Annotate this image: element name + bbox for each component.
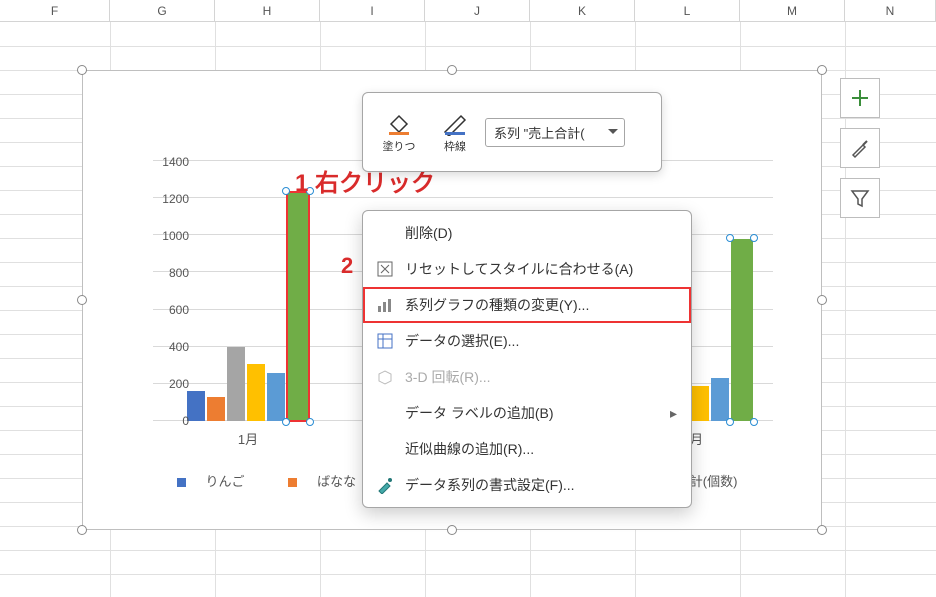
legend-item-tail[interactable]: 計(個数) — [690, 474, 738, 489]
series-handle[interactable] — [750, 234, 758, 242]
x-category: 1月 — [238, 429, 258, 448]
resize-handle-w[interactable] — [77, 295, 87, 305]
series-selector-dropdown[interactable]: 系列 "売上合計( — [485, 118, 625, 147]
y-tick: 200 — [149, 377, 189, 391]
resize-handle-s[interactable] — [447, 525, 457, 535]
menu-label: データ ラベルの追加(B) — [405, 403, 554, 423]
mini-format-toolbar: 塗りつ 枠線 系列 "売上合計( — [362, 92, 662, 172]
funnel-icon — [849, 187, 871, 209]
legend-item[interactable]: りんご — [167, 474, 255, 489]
menu-delete[interactable]: 削除(D) — [363, 215, 691, 251]
menu-label: リセットしてスタイルに合わせる(A) — [405, 259, 633, 279]
bar[interactable] — [711, 378, 729, 421]
resize-handle-n[interactable] — [447, 65, 457, 75]
format-icon — [375, 475, 395, 495]
col-header[interactable]: M — [740, 0, 845, 21]
menu-label: 削除(D) — [405, 223, 452, 243]
menu-label: データ系列の書式設定(F)... — [405, 475, 575, 495]
col-header[interactable]: K — [530, 0, 635, 21]
menu-reset-style[interactable]: 2 リセットしてスタイルに合わせる(A) — [363, 251, 691, 287]
col-header[interactable]: I — [320, 0, 425, 21]
menu-format-series[interactable]: データ系列の書式設定(F)... — [363, 467, 691, 503]
chart-type-icon — [375, 295, 395, 315]
chart-side-buttons — [840, 78, 880, 218]
reset-icon — [375, 259, 395, 279]
y-tick: 0 — [149, 414, 189, 428]
outline-color-button[interactable]: 枠線 — [429, 110, 481, 154]
menu-label: 系列グラフの種類の変更(Y)... — [405, 295, 589, 315]
series-handle[interactable] — [726, 234, 734, 242]
table-icon — [375, 331, 395, 351]
fill-label: 塗りつ — [373, 138, 425, 154]
bar[interactable] — [247, 364, 265, 421]
series-context-menu: 削除(D) 2 リセットしてスタイルに合わせる(A) 系列グラフの種類の変更(Y… — [362, 210, 692, 508]
resize-handle-ne[interactable] — [817, 65, 827, 75]
plus-icon — [849, 87, 871, 109]
chart-styles-button[interactable] — [840, 128, 880, 168]
series-handle[interactable] — [282, 187, 290, 195]
pen-icon — [429, 110, 481, 138]
menu-change-chart-type[interactable]: 系列グラフの種類の変更(Y)... — [363, 287, 691, 323]
chart-elements-button[interactable] — [840, 78, 880, 118]
resize-handle-sw[interactable] — [77, 525, 87, 535]
submenu-arrow-icon: ▸ — [670, 405, 677, 422]
blank-icon — [375, 439, 395, 459]
y-tick: 800 — [149, 266, 189, 280]
series-handle[interactable] — [726, 418, 734, 426]
cube-icon — [375, 367, 395, 387]
bar[interactable] — [267, 373, 285, 421]
series-handle[interactable] — [282, 418, 290, 426]
blank-icon — [375, 403, 395, 423]
col-header[interactable]: N — [845, 0, 936, 21]
bar[interactable] — [227, 347, 245, 421]
paintbrush-icon — [849, 137, 871, 159]
y-tick: 1400 — [149, 155, 189, 169]
y-tick: 1200 — [149, 192, 189, 206]
resize-handle-e[interactable] — [817, 295, 827, 305]
series-handle[interactable] — [750, 418, 758, 426]
legend-item[interactable]: ばなな — [278, 474, 366, 489]
bar[interactable] — [691, 386, 709, 421]
bar[interactable] — [207, 397, 225, 421]
menu-add-data-labels[interactable]: データ ラベルの追加(B) ▸ — [363, 395, 691, 431]
col-header[interactable]: G — [110, 0, 215, 21]
menu-select-data[interactable]: データの選択(E)... — [363, 323, 691, 359]
col-header[interactable]: J — [425, 0, 530, 21]
resize-handle-nw[interactable] — [77, 65, 87, 75]
menu-add-trendline[interactable]: 近似曲線の追加(R)... — [363, 431, 691, 467]
menu-label: データの選択(E)... — [405, 331, 519, 351]
annotation-step2: 2 — [341, 253, 353, 279]
y-tick: 1000 — [149, 229, 189, 243]
outline-label: 枠線 — [429, 138, 481, 154]
y-tick: 400 — [149, 340, 189, 354]
chart-filters-button[interactable] — [840, 178, 880, 218]
blank-icon — [375, 223, 395, 243]
col-header[interactable]: H — [215, 0, 320, 21]
y-tick: 600 — [149, 303, 189, 317]
column-header-row: F G H I J K L M N — [0, 0, 936, 22]
bar[interactable] — [731, 239, 753, 421]
col-header[interactable]: L — [635, 0, 740, 21]
menu-label: 3-D 回転(R)... — [405, 367, 491, 387]
bar[interactable] — [187, 391, 205, 421]
series-handle[interactable] — [306, 418, 314, 426]
bar-selected[interactable] — [287, 192, 309, 421]
menu-3d-rotation: 3-D 回転(R)... — [363, 359, 691, 395]
menu-label: 近似曲線の追加(R)... — [405, 439, 534, 459]
fill-color-button[interactable]: 塗りつ — [373, 110, 425, 154]
col-header[interactable]: F — [0, 0, 110, 21]
paint-bucket-icon — [373, 110, 425, 138]
resize-handle-se[interactable] — [817, 525, 827, 535]
